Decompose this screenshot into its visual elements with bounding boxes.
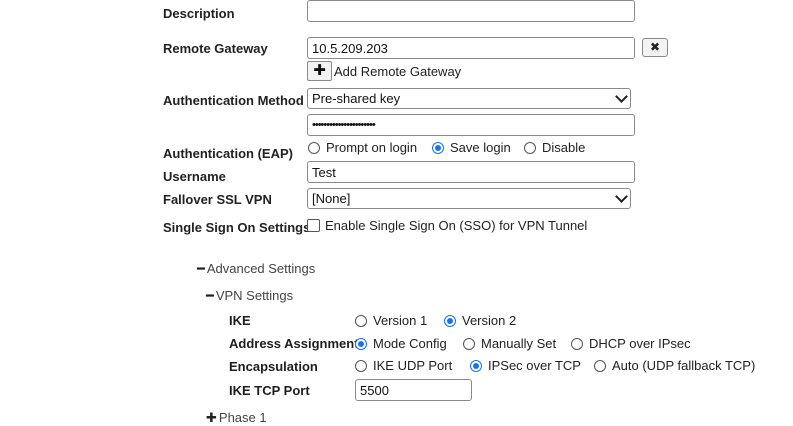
eap-option-disable[interactable]: Disable bbox=[524, 140, 585, 155]
ike-tcp-port-field[interactable] bbox=[355, 379, 472, 401]
ike-label: IKE bbox=[229, 313, 251, 328]
address-option-dhcp-over-ipsec[interactable]: DHCP over IPsec bbox=[571, 336, 691, 351]
close-icon: ✖ bbox=[649, 40, 661, 54]
fallback-ssl-vpn-value: [None] bbox=[312, 191, 351, 206]
encap-option-ipsec-over-tcp[interactable]: IPSec over TCP bbox=[470, 358, 581, 373]
encap-option-ike-udp[interactable]: IKE UDP Port bbox=[355, 358, 452, 373]
username-label: Username bbox=[163, 169, 226, 184]
auth-method-label: Authentication Method bbox=[163, 93, 304, 108]
minus-icon: ━ bbox=[206, 288, 214, 303]
ike-option-version-2[interactable]: Version 2 bbox=[444, 313, 516, 328]
radio-selected-icon bbox=[432, 142, 444, 154]
eap-option-save-login[interactable]: Save login bbox=[432, 140, 511, 155]
radio-selected-icon bbox=[355, 338, 367, 350]
chevron-down-icon bbox=[615, 190, 628, 203]
add-remote-gateway-label[interactable]: Add Remote Gateway bbox=[334, 64, 461, 79]
radio-icon bbox=[524, 142, 536, 154]
description-label: Description bbox=[163, 6, 235, 21]
encap-option-auto[interactable]: Auto (UDP fallback TCP) bbox=[594, 358, 755, 373]
encapsulation-label: Encapsulation bbox=[229, 359, 318, 374]
ike-tcp-port-label: IKE TCP Port bbox=[229, 383, 310, 398]
chevron-down-icon bbox=[615, 90, 628, 103]
remove-gateway-button[interactable]: ✖ bbox=[642, 38, 668, 57]
radio-selected-icon bbox=[470, 360, 482, 372]
plus-icon: ✚ bbox=[313, 62, 326, 79]
sso-checkbox[interactable]: Enable Single Sign On (SSO) for VPN Tunn… bbox=[307, 218, 587, 233]
eap-option-prompt[interactable]: Prompt on login bbox=[308, 140, 417, 155]
radio-icon bbox=[571, 338, 583, 350]
radio-icon bbox=[355, 360, 367, 372]
radio-selected-icon bbox=[444, 315, 456, 327]
auth-eap-label: Authentication (EAP) bbox=[163, 146, 293, 161]
vpn-settings-toggle[interactable]: ━ VPN Settings bbox=[206, 288, 293, 304]
auth-method-value: Pre-shared key bbox=[312, 91, 401, 106]
psk-field[interactable]: •••••••••••••••••••••• bbox=[307, 114, 635, 136]
address-option-manually-set[interactable]: Manually Set bbox=[463, 336, 556, 351]
phase1-toggle[interactable]: ✚ Phase 1 bbox=[206, 410, 267, 426]
fallback-ssl-vpn-select[interactable]: [None] bbox=[307, 188, 631, 209]
ike-option-version-1[interactable]: Version 1 bbox=[355, 313, 427, 328]
remote-gateway-field[interactable] bbox=[307, 37, 635, 59]
plus-icon: ✚ bbox=[206, 410, 217, 425]
description-field[interactable] bbox=[307, 0, 635, 22]
minus-icon: ━ bbox=[197, 261, 205, 276]
sso-label: Single Sign On Settings bbox=[163, 220, 311, 235]
advanced-settings-toggle[interactable]: ━ Advanced Settings bbox=[197, 261, 315, 277]
remote-gateway-label: Remote Gateway bbox=[163, 41, 268, 56]
radio-icon bbox=[594, 360, 606, 372]
auth-method-select[interactable]: Pre-shared key bbox=[307, 88, 631, 109]
add-remote-gateway-button[interactable]: ✚ bbox=[307, 61, 332, 81]
address-assignment-label: Address Assignment bbox=[229, 336, 359, 351]
checkbox-icon bbox=[307, 219, 320, 232]
fallback-ssl-vpn-label: Fallover SSL VPN bbox=[163, 192, 272, 207]
radio-icon bbox=[355, 315, 367, 327]
address-option-mode-config[interactable]: Mode Config bbox=[355, 336, 447, 351]
username-field[interactable] bbox=[307, 161, 635, 183]
radio-icon bbox=[308, 142, 320, 154]
radio-icon bbox=[463, 338, 475, 350]
